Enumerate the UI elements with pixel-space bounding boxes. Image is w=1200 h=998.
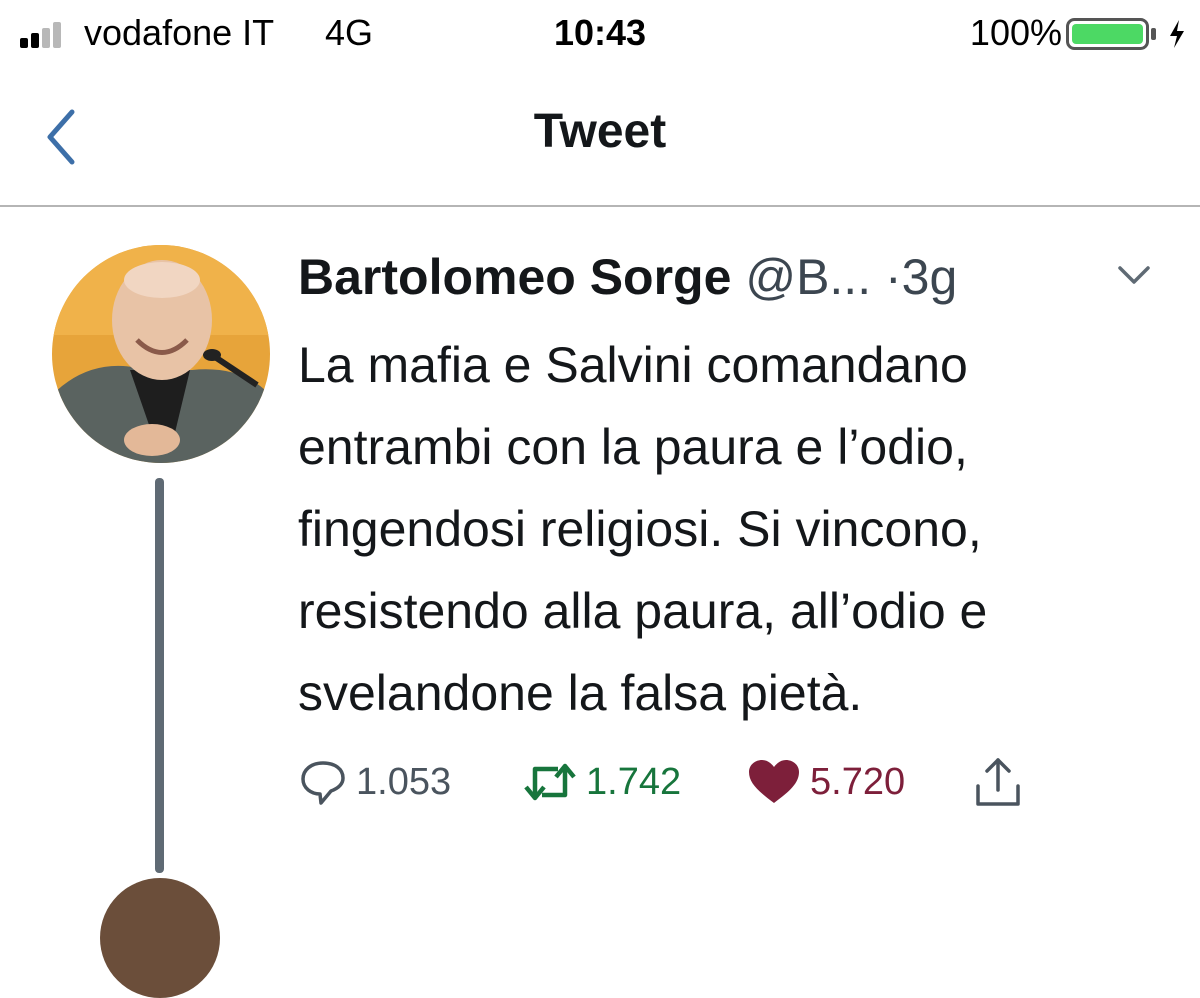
avatar[interactable]	[52, 245, 270, 463]
navigation-bar: Tweet	[0, 68, 1200, 207]
author-handle[interactable]: @B...	[745, 249, 871, 305]
chevron-down-icon[interactable]	[1114, 262, 1154, 288]
reply-count: 1.053	[356, 760, 452, 803]
battery-percentage: 100%	[969, 12, 1062, 53]
charging-bolt-icon	[1170, 20, 1184, 48]
header-separator: ·	[885, 249, 902, 305]
thread-connector-line	[155, 478, 164, 873]
battery-icon	[1066, 18, 1156, 50]
next-reply-avatar[interactable]	[100, 878, 220, 998]
tweet-header: Bartolomeo Sorge @B... ·3g	[298, 246, 957, 308]
reply-icon	[301, 761, 345, 805]
page-title: Tweet	[533, 105, 667, 158]
avatar-portrait	[52, 245, 270, 463]
like-count: 5.720	[810, 760, 906, 803]
retweet-icon	[524, 763, 576, 801]
author-name[interactable]: Bartolomeo Sorge	[298, 249, 731, 305]
like-button[interactable]: 5.720	[746, 752, 905, 812]
retweet-button[interactable]: 1.742	[522, 752, 681, 812]
share-icon	[976, 758, 1020, 806]
retweet-count: 1.742	[586, 760, 682, 803]
share-button[interactable]	[970, 752, 1026, 812]
tweet-age: 3g	[901, 249, 958, 305]
tweet-actions: 1.053 1.742 5.720	[298, 752, 1178, 812]
tweet-text: La mafia e Salvini comandano entrambi co…	[298, 337, 988, 721]
heart-icon	[749, 760, 799, 803]
status-bar: vodafone IT 4G 10:43 100%	[0, 0, 1200, 68]
reply-button[interactable]: 1.053	[298, 752, 451, 812]
